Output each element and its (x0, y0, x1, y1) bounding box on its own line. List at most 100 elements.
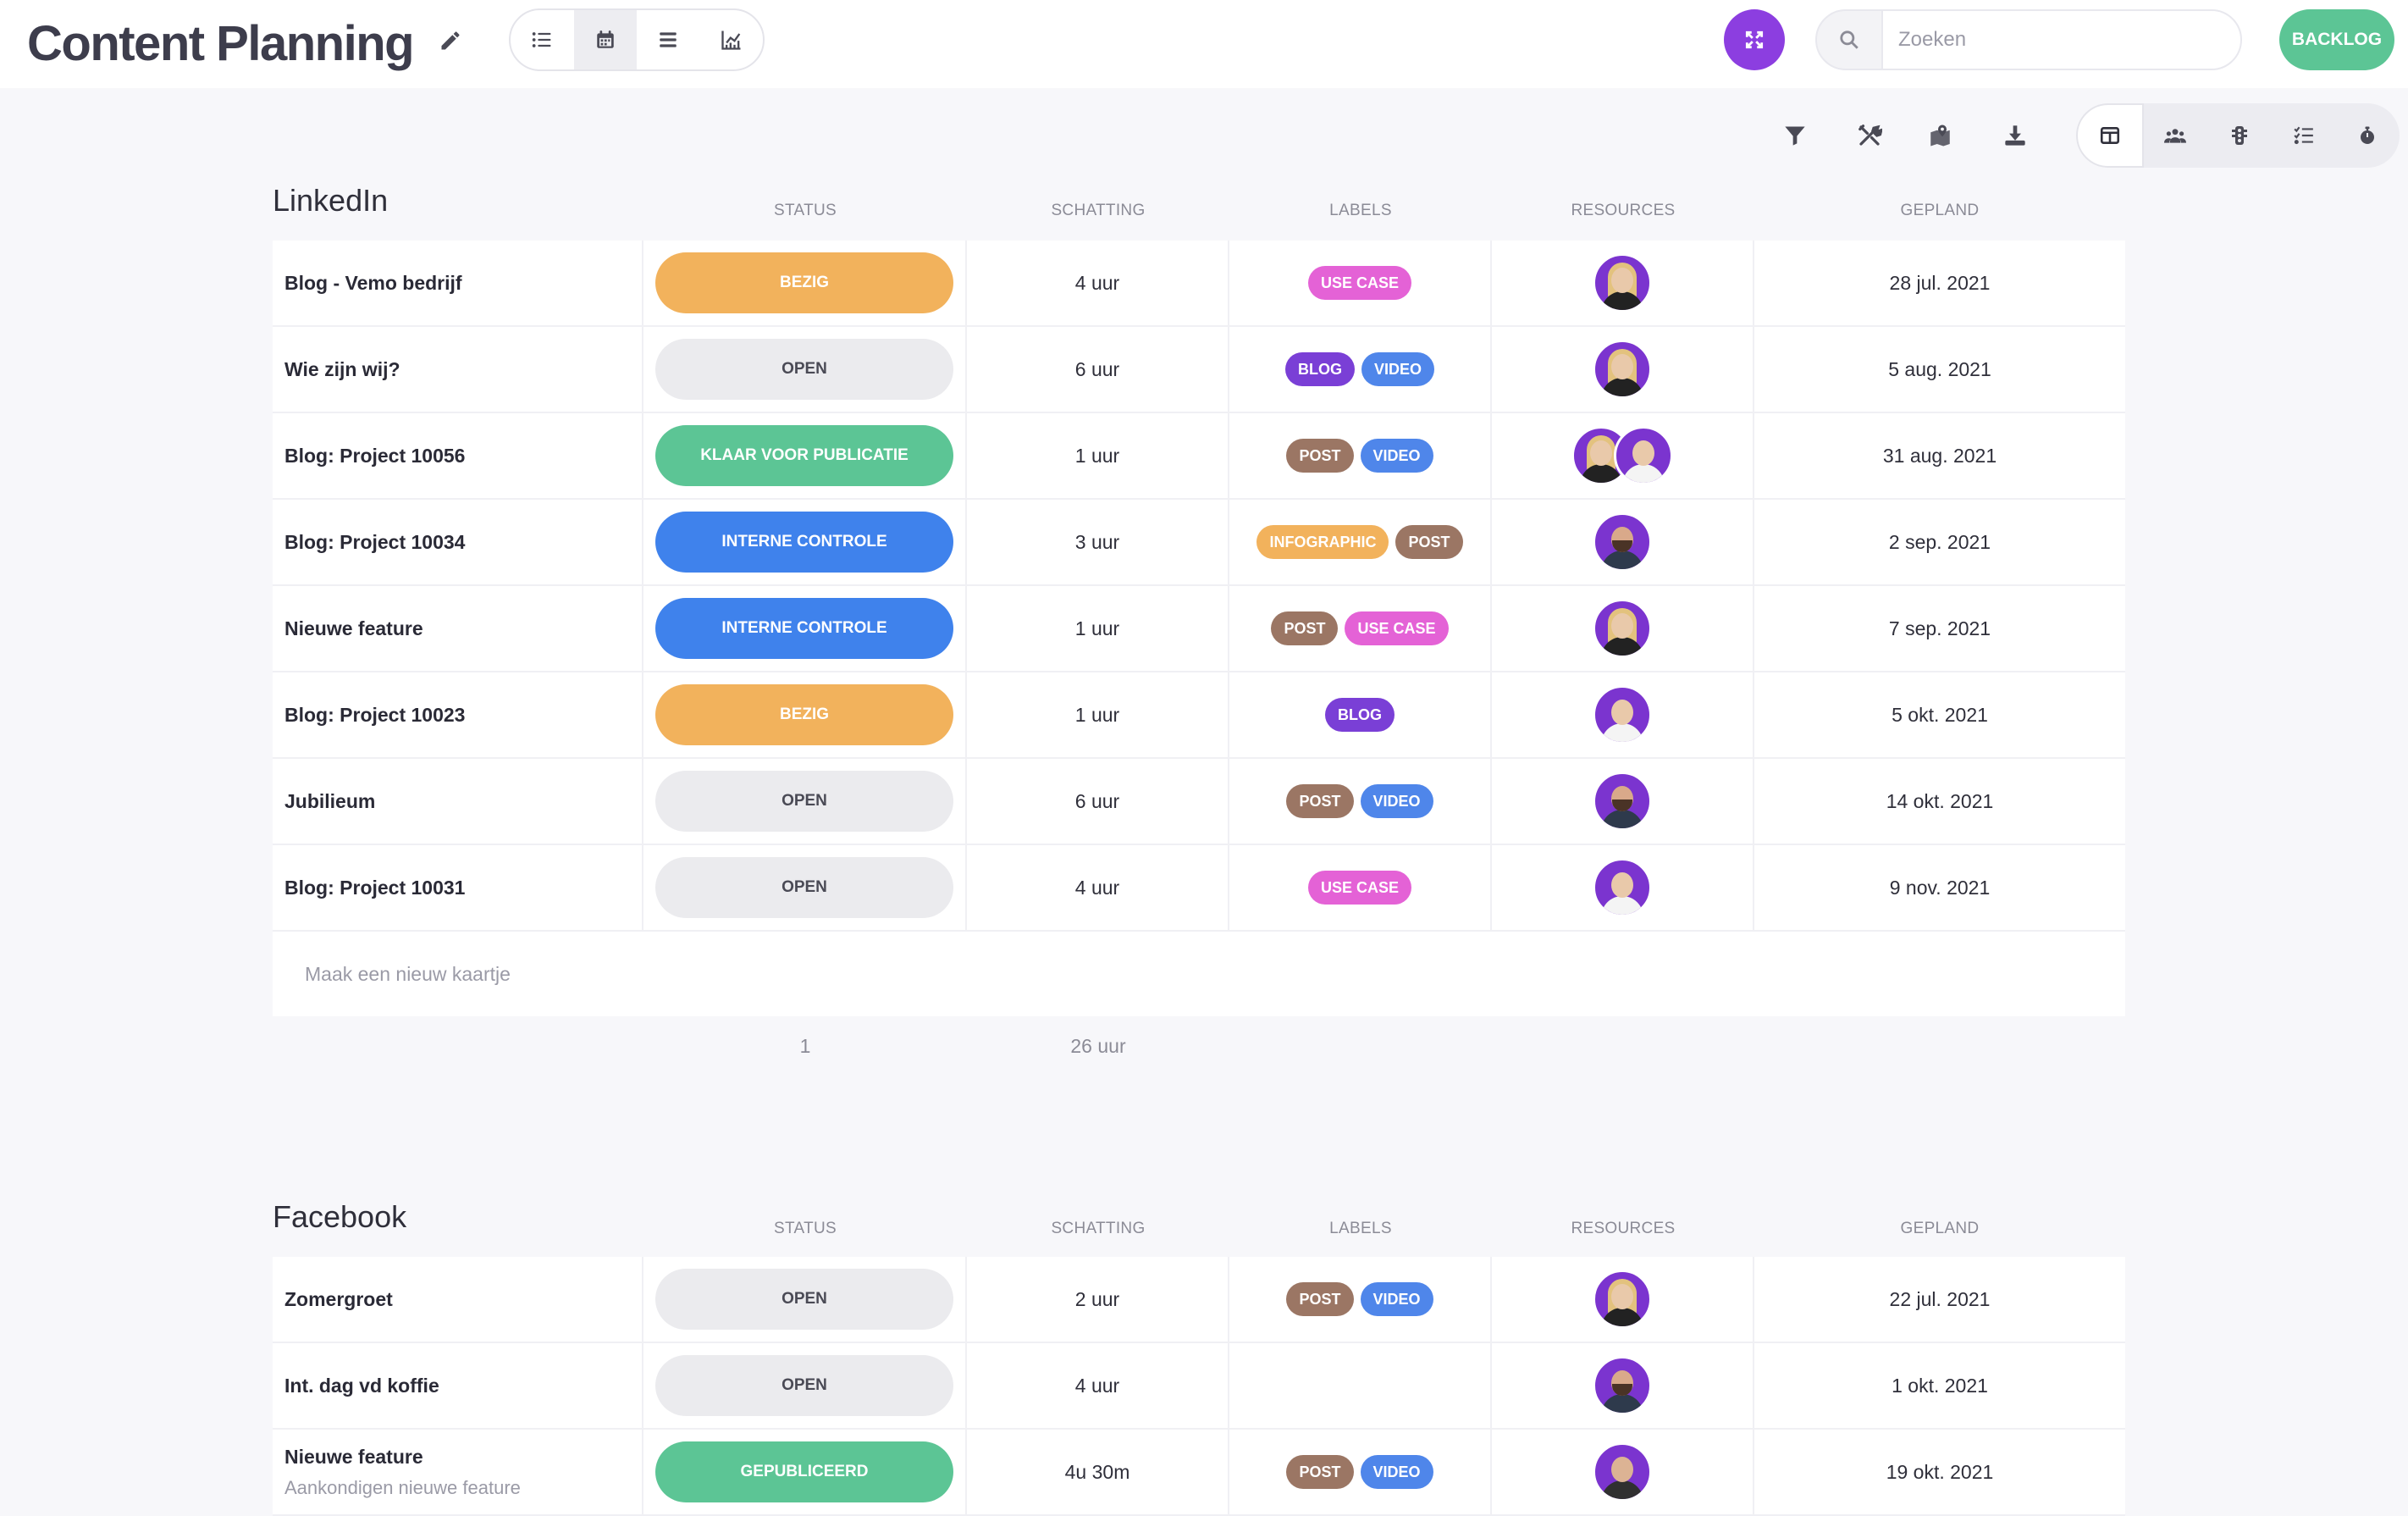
row-estimate[interactable]: 2 uur (967, 1257, 1229, 1342)
table-row[interactable]: Wie zijn wij? OPEN 6 uur BLOG VIDEO 5 aug. 20… (273, 327, 2125, 413)
status-pill[interactable]: OPEN (655, 771, 953, 832)
status-pill[interactable]: BEZIG (655, 252, 953, 313)
avatar[interactable] (1593, 253, 1652, 313)
label-chip[interactable]: POST (1286, 439, 1354, 473)
row-planned-date[interactable]: 14 okt. 2021 (1754, 759, 2125, 844)
calendar-view-button[interactable] (573, 10, 637, 69)
avatar[interactable] (1614, 426, 1673, 485)
card-title[interactable]: Zomergroet (284, 1288, 393, 1311)
label-chip[interactable]: VIDEO (1361, 352, 1434, 386)
card-title[interactable]: Int. dag vd koffie (284, 1375, 439, 1397)
label-chip[interactable]: BLOG (1325, 698, 1395, 732)
avatar[interactable] (1593, 1442, 1652, 1502)
row-planned-date[interactable]: 1 okt. 2021 (1754, 1343, 2125, 1428)
row-estimate[interactable]: 1 uur (967, 672, 1229, 757)
card-title[interactable]: Blog: Project 10034 (284, 531, 465, 554)
status-pill[interactable]: OPEN (655, 857, 953, 918)
backlog-button[interactable]: BACKLOG (2279, 9, 2394, 70)
chart-view-button[interactable] (700, 10, 764, 69)
status-pill[interactable]: KLAAR VOOR PUBLICATIE (655, 425, 953, 486)
label-chip[interactable]: VIDEO (1360, 1282, 1433, 1316)
label-chip[interactable]: POST (1271, 611, 1339, 645)
table-row[interactable]: Blog - Vemo bedrijf BEZIG 4 uur USE CASE 28 … (273, 241, 2125, 327)
label-chip[interactable]: INFOGRAPHIC (1256, 525, 1389, 559)
row-estimate[interactable]: 1 uur (967, 413, 1229, 498)
label-chip[interactable]: VIDEO (1360, 439, 1433, 473)
card-title[interactable]: Blog: Project 10023 (284, 704, 465, 727)
row-estimate[interactable]: 4 uur (967, 845, 1229, 930)
row-estimate[interactable]: 4 uur (967, 241, 1229, 325)
avatar[interactable] (1593, 772, 1652, 831)
status-pill[interactable]: OPEN (655, 339, 953, 400)
label-chip[interactable]: VIDEO (1360, 784, 1433, 818)
rows-view-button[interactable] (637, 10, 700, 69)
label-chip[interactable]: POST (1286, 784, 1354, 818)
team-layout-button[interactable] (2144, 103, 2208, 168)
row-estimate[interactable]: 4 uur (967, 1343, 1229, 1428)
row-planned-date[interactable]: 28 jul. 2021 (1754, 241, 2125, 325)
card-title[interactable]: Blog: Project 10056 (284, 445, 465, 468)
avatar[interactable] (1593, 858, 1652, 917)
status-pill[interactable]: OPEN (655, 1355, 953, 1416)
table-row[interactable]: Nieuwe feature Aankondigen nieuwe feature… (273, 1430, 2125, 1516)
table-row[interactable]: Nieuwe feature INTERNE CONTROLE 1 uur POST U… (273, 586, 2125, 672)
checklist-layout-button[interactable] (2272, 103, 2336, 168)
label-chip[interactable]: USE CASE (1307, 871, 1412, 905)
card-title[interactable]: Blog: Project 10031 (284, 877, 465, 899)
row-estimate[interactable]: 6 uur (967, 327, 1229, 412)
card-title[interactable]: Nieuwe feature (284, 1446, 423, 1469)
avatar[interactable] (1593, 340, 1652, 399)
row-planned-date[interactable]: 5 okt. 2021 (1754, 672, 2125, 757)
row-planned-date[interactable]: 7 sep. 2021 (1754, 586, 2125, 671)
row-planned-date[interactable]: 2 sep. 2021 (1754, 500, 2125, 584)
avatar[interactable] (1593, 685, 1652, 744)
row-planned-date[interactable]: 22 jul. 2021 (1754, 1257, 2125, 1342)
label-chip[interactable]: USE CASE (1345, 611, 1449, 645)
table-row[interactable]: Blog: Project 10023 BEZIG 1 uur BLOG 5 okt. … (273, 672, 2125, 759)
label-chip[interactable]: USE CASE (1307, 266, 1412, 300)
search-input[interactable] (1881, 11, 2240, 69)
avatar[interactable] (1593, 1270, 1652, 1329)
table-row[interactable]: Int. dag vd koffie OPEN 4 uur 1 okt. 2021 (273, 1343, 2125, 1430)
list-view-button[interactable] (511, 10, 574, 69)
status-pill[interactable]: INTERNE CONTROLE (655, 598, 953, 659)
label-chip[interactable]: BLOG (1284, 352, 1355, 386)
status-pill[interactable]: GEPUBLICEERD (655, 1441, 953, 1502)
stopwatch-layout-button[interactable] (2335, 103, 2400, 168)
download-button[interactable] (1995, 115, 2035, 156)
row-planned-date[interactable]: 31 aug. 2021 (1754, 413, 2125, 498)
filter-button[interactable] (1775, 115, 1815, 156)
card-title[interactable]: Nieuwe feature (284, 617, 423, 640)
map-button[interactable] (1922, 115, 1963, 156)
status-pill[interactable]: INTERNE CONTROLE (655, 512, 953, 573)
row-estimate[interactable]: 4u 30m (967, 1430, 1229, 1514)
row-planned-date[interactable]: 9 nov. 2021 (1754, 845, 2125, 930)
expand-button[interactable] (1724, 9, 1785, 70)
new-card-button[interactable]: Maak een nieuw kaartje (273, 932, 2125, 1016)
label-chip[interactable]: VIDEO (1360, 1455, 1433, 1489)
row-estimate[interactable]: 1 uur (967, 586, 1229, 671)
label-chip[interactable]: POST (1395, 525, 1463, 559)
label-chip[interactable]: POST (1286, 1455, 1354, 1489)
row-estimate[interactable]: 3 uur (967, 500, 1229, 584)
tools-button[interactable] (1849, 115, 1890, 156)
label-chip[interactable]: POST (1286, 1282, 1354, 1316)
table-row[interactable]: Zomergroet OPEN 2 uur POST VIDEO 22 jul. 2021 (273, 1257, 2125, 1343)
row-estimate[interactable]: 6 uur (967, 759, 1229, 844)
avatar[interactable] (1593, 1356, 1652, 1415)
card-title[interactable]: Blog - Vemo bedrijf (284, 272, 462, 295)
table-row[interactable]: Jubilieum OPEN 6 uur POST VIDEO 14 okt. 2021 (273, 759, 2125, 845)
card-title[interactable]: Jubilieum (284, 790, 375, 813)
status-pill[interactable]: BEZIG (655, 684, 953, 745)
row-planned-date[interactable]: 5 aug. 2021 (1754, 327, 2125, 412)
edit-title-button[interactable] (432, 22, 469, 59)
traffic-light-layout-button[interactable] (2207, 103, 2272, 168)
avatar[interactable] (1593, 599, 1652, 658)
table-row[interactable]: Blog: Project 10031 OPEN 4 uur USE CASE 9 no… (273, 845, 2125, 932)
table-row[interactable]: Blog: Project 10034 INTERNE CONTROLE 3 uur… (273, 500, 2125, 586)
avatar[interactable] (1593, 512, 1652, 572)
status-pill[interactable]: OPEN (655, 1269, 953, 1330)
table-row[interactable]: Blog: Project 10056 KLAAR VOOR PUBLICATIE… (273, 413, 2125, 500)
card-title[interactable]: Wie zijn wij? (284, 358, 400, 381)
table-layout-button[interactable] (2076, 103, 2144, 168)
